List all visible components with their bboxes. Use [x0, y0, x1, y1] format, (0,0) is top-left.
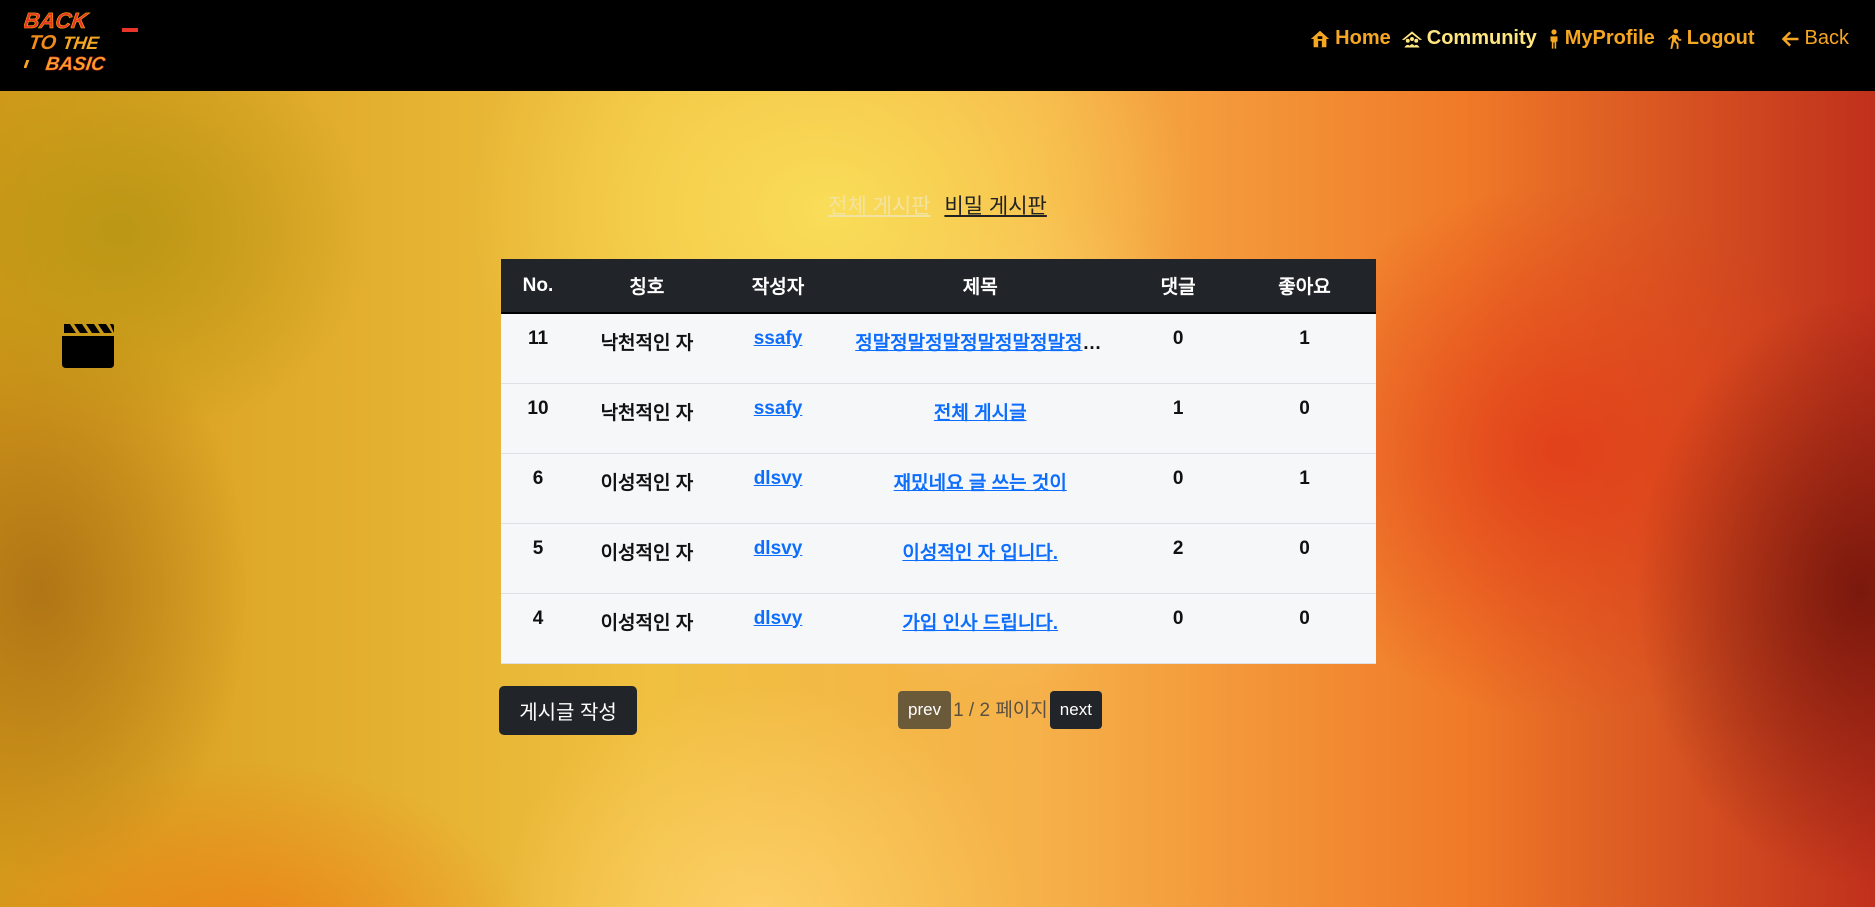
cell-likes: 0: [1233, 593, 1376, 664]
nav-community-label: Community: [1426, 27, 1537, 49]
post-title-link[interactable]: 가입 인사 드립니다.: [902, 613, 1058, 634]
top-navbar: BACK TO THE BASIC Home Community MyProfi…: [0, 0, 1875, 91]
cell-author: dlsvy: [718, 523, 838, 594]
cell-no: 6: [501, 453, 575, 524]
table-row: 11 낙천적인 자 ssafy 정말정말정말정말정말정말정말정말 0 1: [501, 313, 1376, 384]
arrow-left-icon: [1781, 30, 1799, 47]
post-title-link[interactable]: 재밌네요 글 쓰는 것이: [894, 473, 1067, 494]
nav-logout-label: Logout: [1686, 27, 1755, 49]
cell-likes: 1: [1233, 313, 1376, 384]
cell-subject: 재밌네요 글 쓰는 것이: [837, 453, 1124, 524]
header-comments: 댓글: [1123, 259, 1234, 314]
cell-likes: 1: [1233, 453, 1376, 524]
author-link[interactable]: ssafy: [754, 328, 803, 349]
nav-back-link[interactable]: Back: [1781, 27, 1849, 50]
nav-links: Home Community MyProfile Logout Back: [1299, 27, 1849, 50]
cell-subject: 이성적인 자 입니다.: [837, 523, 1124, 594]
back-to-the-basic-logo[interactable]: BACK TO THE BASIC: [24, 6, 142, 78]
nav-community-link[interactable]: Community: [1401, 27, 1537, 50]
clapperboard-icon[interactable]: [60, 322, 116, 368]
cell-author: dlsvy: [718, 593, 838, 664]
next-page-button[interactable]: next: [1049, 691, 1102, 729]
pagination: prev 1 / 2 페이지 next: [898, 691, 1102, 729]
tab-secret-board[interactable]: 비밀 게시판: [944, 195, 1046, 218]
person-icon: [1550, 28, 1558, 49]
table-row: 4 이성적인 자 dlsvy 가입 인사 드립니다. 0 0: [501, 593, 1376, 664]
cell-title-name: 낙천적인 자: [574, 383, 719, 454]
header-likes: 좋아요: [1233, 259, 1376, 314]
post-title-link[interactable]: 정말정말정말정말정말정말정말정말: [855, 333, 1105, 354]
cell-comments: 0: [1123, 593, 1234, 664]
author-link[interactable]: dlsvy: [754, 538, 803, 559]
header-author: 작성자: [718, 259, 838, 314]
cell-no: 5: [501, 523, 575, 594]
cell-author: ssafy: [718, 383, 838, 454]
header-subject: 제목: [837, 259, 1124, 314]
table-row: 5 이성적인 자 dlsvy 이성적인 자 입니다. 2 0: [501, 523, 1376, 594]
svg-text:TO: TO: [27, 32, 58, 54]
cell-comments: 0: [1123, 313, 1234, 384]
cell-comments: 1: [1123, 383, 1234, 454]
cell-title-name: 이성적인 자: [574, 453, 719, 524]
page-indicator: 1 / 2 페이지: [953, 699, 1048, 721]
board-tabs: 전체 게시판 비밀 게시판: [0, 190, 1875, 220]
cell-subject: 정말정말정말정말정말정말정말정말: [837, 313, 1124, 384]
cell-no: 11: [501, 313, 575, 384]
write-post-button[interactable]: 게시글 작성: [499, 686, 637, 735]
post-table: No. 칭호 작성자 제목 댓글 좋아요 11 낙천적인 자 ssafy 정말정…: [501, 259, 1376, 664]
tab-all-board[interactable]: 전체 게시판: [828, 195, 930, 218]
cell-comments: 0: [1123, 453, 1234, 524]
table-row: 10 낙천적인 자 ssafy 전체 게시글 1 0: [501, 383, 1376, 454]
cell-subject: 전체 게시글: [837, 383, 1124, 454]
nav-myprofile-label: MyProfile: [1564, 27, 1655, 49]
author-link[interactable]: ssafy: [754, 398, 803, 419]
running-person-icon: [1667, 28, 1681, 49]
svg-text:BASIC: BASIC: [44, 54, 106, 75]
cell-subject: 가입 인사 드립니다.: [837, 593, 1124, 664]
cell-title-name: 낙천적인 자: [574, 313, 719, 384]
nav-home-label: Home: [1335, 27, 1391, 49]
post-title-link[interactable]: 이성적인 자 입니다.: [902, 543, 1058, 564]
nav-back-label: Back: [1804, 27, 1849, 49]
cell-title-name: 이성적인 자: [574, 523, 719, 594]
svg-text:THE: THE: [61, 33, 101, 53]
prev-page-button[interactable]: prev: [898, 691, 952, 729]
cell-author: ssafy: [718, 313, 838, 384]
cell-likes: 0: [1233, 523, 1376, 594]
author-link[interactable]: dlsvy: [754, 468, 803, 489]
table-header-row: No. 칭호 작성자 제목 댓글 좋아요: [501, 259, 1376, 314]
cell-comments: 2: [1123, 523, 1234, 594]
cell-no: 10: [501, 383, 575, 454]
nav-myprofile-link[interactable]: MyProfile: [1547, 27, 1655, 50]
home-icon: [1311, 30, 1330, 47]
svg-text:BACK: BACK: [24, 8, 91, 33]
header-no: No.: [501, 259, 575, 314]
post-title-link[interactable]: 전체 게시글: [934, 403, 1027, 424]
community-icon: [1401, 30, 1422, 47]
header-title-name: 칭호: [574, 259, 719, 314]
cell-title-name: 이성적인 자: [574, 593, 719, 664]
author-link[interactable]: dlsvy: [754, 608, 803, 629]
cell-author: dlsvy: [718, 453, 838, 524]
table-row: 6 이성적인 자 dlsvy 재밌네요 글 쓰는 것이 0 1: [501, 453, 1376, 524]
nav-home-link[interactable]: Home: [1309, 27, 1391, 50]
cell-likes: 0: [1233, 383, 1376, 454]
cell-no: 4: [501, 593, 575, 664]
nav-logout-link[interactable]: Logout: [1665, 27, 1755, 50]
